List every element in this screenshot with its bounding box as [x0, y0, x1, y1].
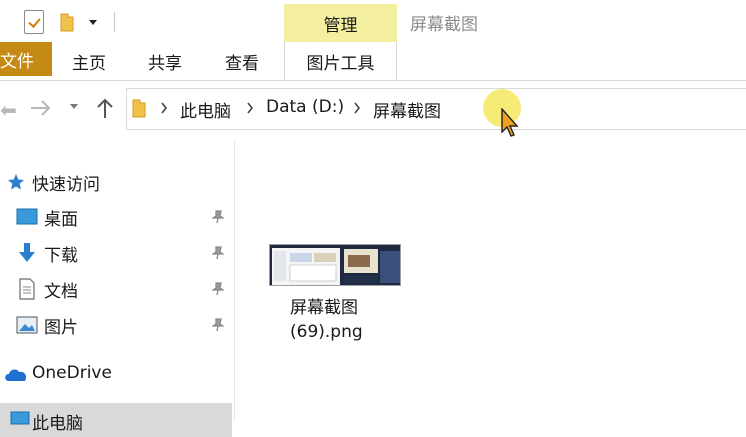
context-tab-manage[interactable]: 管理	[284, 4, 397, 42]
file-name[interactable]: 屏幕截图 (69).png	[290, 296, 400, 344]
desktop-icon	[16, 208, 38, 225]
nav-label: 快速访问	[32, 174, 100, 195]
pin-icon[interactable]	[212, 210, 224, 224]
file-name-line1: 屏幕截图	[290, 298, 358, 318]
customize-qat-chevron-icon[interactable]	[89, 20, 97, 25]
nav-pictures[interactable]: 图片	[0, 308, 232, 342]
window-title: 屏幕截图	[410, 15, 478, 35]
breadcrumb-data-drive[interactable]: Data (D:)	[266, 97, 344, 117]
picture-icon	[16, 316, 38, 334]
cloud-icon	[5, 369, 27, 381]
up-arrow-icon[interactable]	[96, 97, 114, 119]
tab-picture-tools[interactable]: 图片工具	[284, 42, 397, 80]
tab-share[interactable]: 共享	[148, 42, 182, 80]
breadcrumb-this-pc[interactable]: 此电脑	[180, 97, 231, 122]
breadcrumb-chevron-icon[interactable]	[160, 102, 168, 114]
pane-divider	[234, 140, 235, 422]
nav-this-pc[interactable]: 此电脑	[0, 403, 232, 437]
nav-quick-access[interactable]: 快速访问	[0, 165, 232, 199]
nav-downloads[interactable]: 下载	[0, 236, 232, 270]
screenshot-thumbnail-image	[270, 245, 400, 285]
document-icon	[19, 278, 35, 300]
pin-icon[interactable]	[212, 246, 224, 260]
nav-label: 图片	[44, 317, 78, 338]
qat-divider	[114, 12, 115, 32]
pin-icon[interactable]	[212, 318, 224, 332]
breadcrumb-screenshots[interactable]: 屏幕截图	[373, 97, 441, 122]
ribbon-divider	[0, 80, 746, 81]
star-icon	[8, 174, 24, 190]
properties-check-icon[interactable]	[24, 10, 44, 34]
nav-onedrive[interactable]: OneDrive	[0, 356, 232, 390]
nav-label: 文档	[44, 281, 78, 302]
computer-icon	[10, 411, 30, 425]
tab-view[interactable]: 查看	[225, 42, 259, 80]
mouse-pointer-icon	[501, 108, 519, 137]
recent-locations-chevron-icon[interactable]	[70, 104, 78, 109]
pin-icon[interactable]	[212, 282, 224, 296]
tab-home[interactable]: 主页	[72, 42, 106, 80]
file-name-line2: (69).png	[290, 322, 363, 342]
nav-documents[interactable]: 文档	[0, 272, 232, 306]
breadcrumb-chevron-icon[interactable]	[246, 102, 254, 114]
nav-desktop[interactable]: 桌面	[0, 200, 232, 234]
nav-label: 桌面	[44, 209, 78, 230]
download-arrow-icon	[19, 243, 35, 262]
file-thumbnail[interactable]	[269, 244, 401, 286]
tab-file[interactable]: 文件	[0, 42, 52, 76]
folder-icon	[132, 99, 146, 118]
forward-arrow-icon[interactable]	[30, 100, 52, 116]
new-folder-icon[interactable]	[60, 12, 74, 32]
back-arrow-icon[interactable]: ⬅	[0, 98, 17, 122]
nav-label: 下载	[44, 245, 78, 266]
nav-label: OneDrive	[32, 363, 112, 383]
breadcrumb-chevron-icon[interactable]	[353, 102, 361, 114]
